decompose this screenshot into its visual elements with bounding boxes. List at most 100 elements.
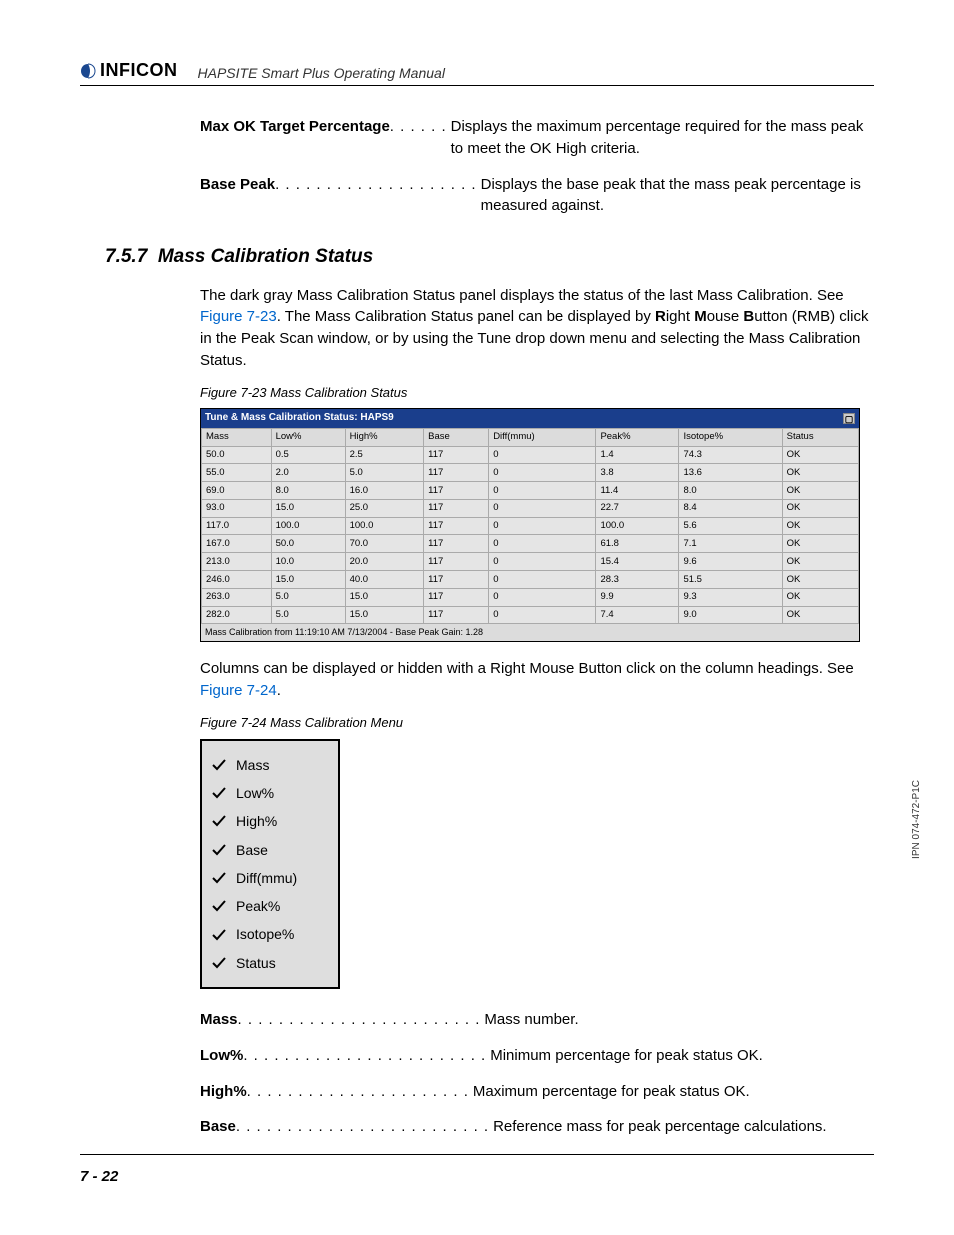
table-cell: OK [782, 553, 858, 571]
table-cell: 0 [489, 535, 596, 553]
table-cell: 117 [424, 588, 489, 606]
table-row: 117.0100.0100.01170100.05.6OK [202, 517, 859, 535]
status-column-header[interactable]: Mass [202, 428, 272, 446]
table-cell: 0 [489, 606, 596, 624]
status-column-header[interactable]: Diff(mmu) [489, 428, 596, 446]
table-cell: 10.0 [271, 553, 345, 571]
definition-term: Mass [200, 1009, 238, 1031]
status-column-header[interactable]: Isotope% [679, 428, 782, 446]
definition-term: High% [200, 1081, 247, 1103]
menu-item-label: Base [236, 840, 268, 860]
table-cell: 282.0 [202, 606, 272, 624]
page-header: INFICON HAPSITE Smart Plus Operating Man… [80, 60, 874, 86]
figure-7-23-link[interactable]: Figure 7-23 [200, 308, 277, 325]
menu-item-high[interactable]: High% [210, 807, 330, 835]
paragraph-2: Columns can be displayed or hidden with … [200, 658, 874, 702]
mass-calibration-status-window: Tune & Mass Calibration Status: HAPS9 ▢ … [200, 408, 860, 642]
table-cell: 15.0 [345, 606, 424, 624]
definition-row: High% . . . . . . . . . . . . . . . . . … [200, 1081, 874, 1103]
table-cell: 51.5 [679, 571, 782, 589]
table-cell: 74.3 [679, 446, 782, 464]
status-column-header[interactable]: Status [782, 428, 858, 446]
table-cell: OK [782, 446, 858, 464]
table-cell: OK [782, 535, 858, 553]
table-cell: 0 [489, 553, 596, 571]
definition-dots: . . . . . . . . . . . . . . . . . . . . … [243, 1045, 486, 1067]
figure-7-23-caption: Figure 7-23 Mass Calibration Status [200, 384, 874, 403]
table-row: 282.05.015.011707.49.0OK [202, 606, 859, 624]
table-cell: 15.0 [271, 499, 345, 517]
status-column-header[interactable]: Peak% [596, 428, 679, 446]
section-title: Mass Calibration Status [158, 246, 373, 267]
table-cell: 117 [424, 499, 489, 517]
table-cell: 5.0 [271, 606, 345, 624]
manual-title: HAPSITE Smart Plus Operating Manual [198, 65, 445, 81]
menu-item-base[interactable]: Base [210, 836, 330, 864]
table-cell: 13.6 [679, 464, 782, 482]
menu-item-status[interactable]: Status [210, 949, 330, 977]
table-cell: 8.4 [679, 499, 782, 517]
table-cell: 2.0 [271, 464, 345, 482]
table-cell: 40.0 [345, 571, 424, 589]
table-cell: 117 [424, 517, 489, 535]
menu-item-label: High% [236, 811, 277, 831]
table-cell: 9.3 [679, 588, 782, 606]
figure-7-24-link[interactable]: Figure 7-24 [200, 682, 277, 699]
section-number: 7.5.7 [105, 246, 147, 267]
table-row: 246.015.040.0117028.351.5OK [202, 571, 859, 589]
status-column-header[interactable]: High% [345, 428, 424, 446]
menu-item-diffmmu[interactable]: Diff(mmu) [210, 864, 330, 892]
table-cell: OK [782, 588, 858, 606]
table-row: 55.02.05.011703.813.6OK [202, 464, 859, 482]
table-cell: 117 [424, 464, 489, 482]
table-cell: 50.0 [202, 446, 272, 464]
table-cell: 117 [424, 571, 489, 589]
status-column-header[interactable]: Low% [271, 428, 345, 446]
table-cell: 15.0 [271, 571, 345, 589]
table-row: 69.08.016.0117011.48.0OK [202, 482, 859, 500]
table-cell: 117 [424, 535, 489, 553]
table-cell: 100.0 [345, 517, 424, 535]
table-cell: 100.0 [596, 517, 679, 535]
table-cell: 5.6 [679, 517, 782, 535]
definition-description: Reference mass for peak percentage calcu… [489, 1116, 874, 1138]
table-cell: 213.0 [202, 553, 272, 571]
menu-item-label: Low% [236, 783, 274, 803]
table-cell: 117 [424, 482, 489, 500]
menu-item-label: Peak% [236, 896, 280, 916]
check-icon [212, 957, 226, 969]
ipn-label: IPN 074-472-P1C [911, 780, 922, 859]
table-cell: 0 [489, 499, 596, 517]
check-icon [212, 872, 226, 884]
table-cell: 117 [424, 606, 489, 624]
table-cell: 0 [489, 517, 596, 535]
definition-dots: . . . . . . . . . . . . . . . . . . . . … [236, 1116, 489, 1138]
definition-description: Mass number. [480, 1009, 874, 1031]
menu-item-isotope[interactable]: Isotope% [210, 920, 330, 948]
table-cell: 16.0 [345, 482, 424, 500]
table-cell: 5.0 [271, 588, 345, 606]
menu-item-peak[interactable]: Peak% [210, 892, 330, 920]
definition-description: Displays the maximum percentage required… [447, 116, 874, 160]
status-column-header[interactable]: Base [424, 428, 489, 446]
definition-dots: . . . . . . [390, 116, 447, 160]
menu-item-label: Mass [236, 755, 269, 775]
table-cell: 11.4 [596, 482, 679, 500]
table-cell: 100.0 [271, 517, 345, 535]
table-cell: OK [782, 464, 858, 482]
check-icon [212, 929, 226, 941]
footer-rule [80, 1154, 874, 1155]
table-cell: 15.0 [345, 588, 424, 606]
menu-item-low[interactable]: Low% [210, 779, 330, 807]
logo: INFICON [80, 60, 178, 81]
table-row: 167.050.070.0117061.87.1OK [202, 535, 859, 553]
close-icon[interactable]: ▢ [843, 413, 855, 424]
definition-dots: . . . . . . . . . . . . . . . . . . . . [275, 174, 477, 218]
table-cell: 1.4 [596, 446, 679, 464]
logo-text: INFICON [100, 60, 178, 81]
definition-term: Base Peak [200, 174, 275, 218]
table-cell: 7.4 [596, 606, 679, 624]
menu-item-mass[interactable]: Mass [210, 751, 330, 779]
table-cell: 20.0 [345, 553, 424, 571]
definition-row: Base. . . . . . . . . . . . . . . . . . … [200, 1116, 874, 1138]
